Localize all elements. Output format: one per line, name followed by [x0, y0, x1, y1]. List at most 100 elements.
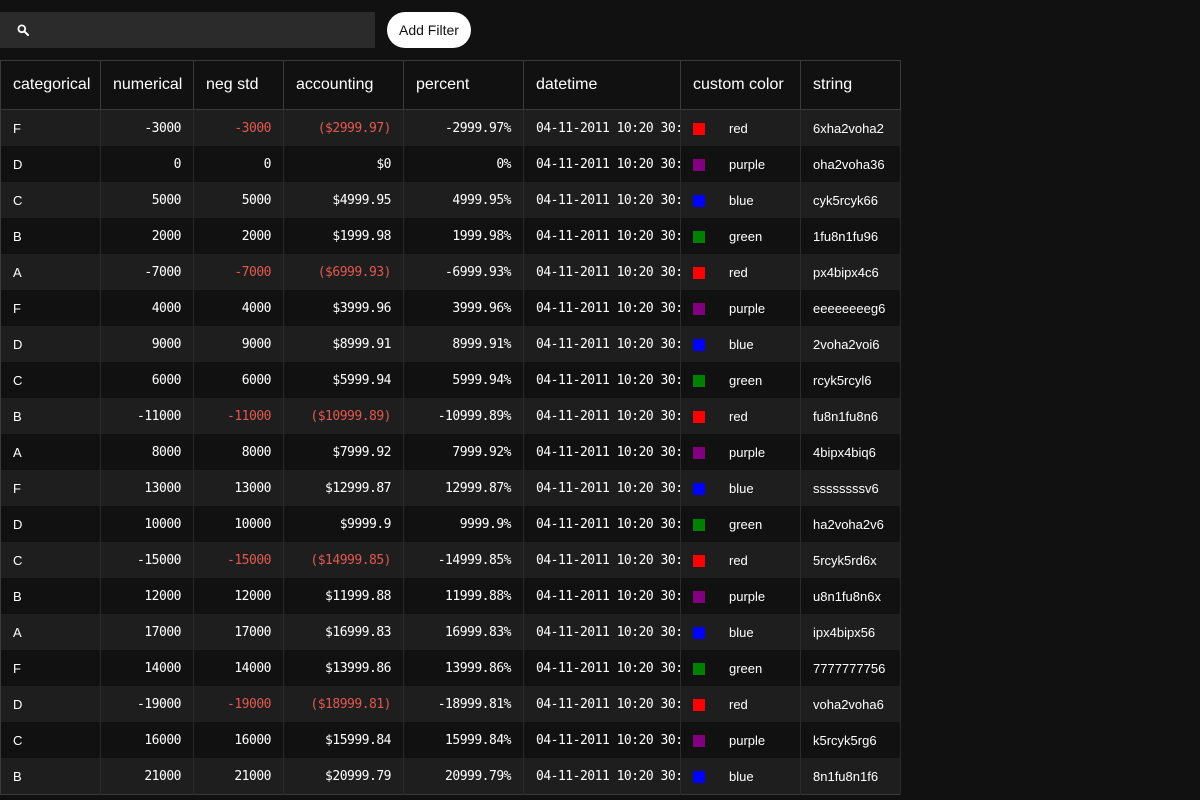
color-label: blue: [729, 337, 754, 353]
column-header-accounting[interactable]: accounting: [283, 60, 404, 110]
cell-categorical: C: [0, 542, 101, 578]
cell-neg-std: 12000: [193, 578, 284, 614]
cell-datetime: 04-11-2011 10:20 30:00: [523, 434, 681, 470]
column-header-datetime[interactable]: datetime: [523, 60, 681, 110]
cell-percent: 0%: [403, 146, 524, 182]
cell-categorical: F: [0, 290, 101, 326]
cell-neg-std: -11000: [193, 398, 284, 434]
cell-numerical: 2000: [100, 218, 194, 254]
cell-accounting: $11999.88: [283, 578, 404, 614]
cell-custom-color: green: [680, 506, 801, 542]
cell-numerical: -19000: [100, 686, 194, 722]
table-row[interactable]: D -19000 -19000 ($18999.81) -18999.81% 04-11-…: [0, 686, 901, 722]
table-row[interactable]: B 21000 21000 $20999.79 20999.79% 04-11-2011 …: [0, 758, 901, 795]
column-header-string[interactable]: string: [800, 60, 901, 110]
table-row[interactable]: C -15000 -15000 ($14999.85) -14999.85% 04-11-…: [0, 542, 901, 578]
cell-percent: 8999.91%: [403, 326, 524, 362]
cell-string: px4bipx4c6: [800, 254, 901, 290]
cell-neg-std: 5000: [193, 182, 284, 218]
cell-numerical: 9000: [100, 326, 194, 362]
column-header-percent[interactable]: percent: [403, 60, 524, 110]
table-row[interactable]: A 8000 8000 $7999.92 7999.92% 04-11-2011 10:2…: [0, 434, 901, 470]
toolbar: Add Filter: [0, 11, 471, 49]
cell-accounting: $16999.83: [283, 614, 404, 650]
cell-accounting: ($10999.89): [283, 398, 404, 434]
cell-string: u8n1fu8n6x: [800, 578, 901, 614]
cell-percent: -6999.93%: [403, 254, 524, 290]
cell-datetime: 04-11-2011 10:20 30:00: [523, 650, 681, 686]
table-row[interactable]: F 13000 13000 $12999.87 12999.87% 04-11-2011 …: [0, 470, 901, 506]
color-swatch-icon: [693, 482, 705, 495]
cell-neg-std: 6000: [193, 362, 284, 398]
cell-datetime: 04-11-2011 10:20 30:00: [523, 542, 681, 578]
cell-string: 2voha2voi6: [800, 326, 901, 362]
cell-neg-std: 10000: [193, 506, 284, 542]
table-header: categorical numerical neg std accounting per…: [0, 60, 901, 110]
cell-accounting: $3999.96: [283, 290, 404, 326]
cell-numerical: -11000: [100, 398, 194, 434]
cell-categorical: A: [0, 254, 101, 290]
add-filter-button[interactable]: Add Filter: [387, 12, 471, 48]
cell-accounting: ($2999.97): [283, 109, 404, 146]
cell-neg-std: 2000: [193, 218, 284, 254]
cell-numerical: 8000: [100, 434, 194, 470]
table-row[interactable]: B -11000 -11000 ($10999.89) -10999.89% 04-11-…: [0, 398, 901, 434]
color-label: purple: [729, 301, 766, 317]
color-swatch-icon: [693, 338, 705, 351]
cell-categorical: F: [0, 109, 101, 146]
cell-percent: 20999.79%: [403, 758, 524, 795]
cell-neg-std: 16000: [193, 722, 284, 758]
column-header-custom-color[interactable]: custom color: [680, 60, 801, 110]
cell-percent: 1999.98%: [403, 218, 524, 254]
color-swatch-icon: [693, 554, 705, 567]
table-row[interactable]: D00$00%04-11-2011 10:20 30:00purpleoha2v…: [0, 146, 901, 182]
cell-numerical: 6000: [100, 362, 194, 398]
cell-categorical: A: [0, 614, 101, 650]
cell-categorical: B: [0, 398, 101, 434]
cell-numerical: 5000: [100, 182, 194, 218]
color-label: blue: [729, 193, 754, 209]
table-row[interactable]: C 6000 6000 $5999.94 5999.94% 04-11-2011 10:2…: [0, 362, 901, 398]
column-header-neg-std[interactable]: neg std: [193, 60, 284, 110]
table-row[interactable]: F -3000 -3000 ($2999.97) -2999.97% 04-11-2011…: [0, 109, 901, 146]
color-label: blue: [729, 481, 754, 497]
cell-datetime: 04-11-2011 10:20 30:00: [523, 146, 681, 182]
table-row[interactable]: D 9000 9000 $8999.91 8999.91% 04-11-2011 10:2…: [0, 326, 901, 362]
cell-datetime: 04-11-2011 10:20 30:00: [523, 578, 681, 614]
table-row[interactable]: D 10000 10000 $9999.9 9999.9% 04-11-2011 10:2…: [0, 506, 901, 542]
cell-percent: 9999.9%: [403, 506, 524, 542]
color-label: purple: [729, 733, 766, 749]
cell-custom-color: green: [680, 218, 801, 254]
table-row[interactable]: B 12000 12000 $11999.88 11999.88% 04-11-2011 …: [0, 578, 901, 614]
search-input[interactable]: [37, 11, 375, 49]
table-row[interactable]: A 17000 17000 $16999.83 16999.83% 04-11-2011 …: [0, 614, 901, 650]
table-row[interactable]: F 14000 14000 $13999.86 13999.86% 04-11-2011 …: [0, 650, 901, 686]
cell-string: cyk5rcyk66: [800, 182, 901, 218]
color-swatch-icon: [693, 302, 705, 315]
table-row[interactable]: C 16000 16000 $15999.84 15999.84% 04-11-2011 …: [0, 722, 901, 758]
cell-datetime: 04-11-2011 10:20 30:00: [523, 614, 681, 650]
cell-numerical: 4000: [100, 290, 194, 326]
table-row[interactable]: A -7000 -7000 ($6999.93) -6999.93% 04-11-2011…: [0, 254, 901, 290]
cell-string: 1fu8n1fu96: [800, 218, 901, 254]
cell-string: rcyk5rcyl6: [800, 362, 901, 398]
search-box[interactable]: [0, 11, 375, 49]
table-row[interactable]: F 4000 4000 $3999.96 3999.96% 04-11-2011 10:2…: [0, 290, 901, 326]
cell-datetime: 04-11-2011 10:20 30:00: [523, 254, 681, 290]
cell-string: oha2voha36: [800, 146, 901, 182]
table-row[interactable]: B 2000 2000 $1999.98 1999.98% 04-11-2011 10:2…: [0, 218, 901, 254]
cell-string: k5rcyk5rg6: [800, 722, 901, 758]
cell-custom-color: red: [680, 398, 801, 434]
table-row[interactable]: C 5000 5000 $4999.95 4999.95% 04-11-2011 10:2…: [0, 182, 901, 218]
cell-custom-color: blue: [680, 470, 801, 506]
cell-numerical: 10000: [100, 506, 194, 542]
column-header-categorical[interactable]: categorical: [0, 60, 101, 110]
cell-neg-std: 4000: [193, 290, 284, 326]
cell-percent: 13999.86%: [403, 650, 524, 686]
column-header-numerical[interactable]: numerical: [100, 60, 194, 110]
cell-datetime: 04-11-2011 10:20 30:00: [523, 182, 681, 218]
cell-percent: 7999.92%: [403, 434, 524, 470]
cell-custom-color: green: [680, 362, 801, 398]
cell-string: voha2voha6: [800, 686, 901, 722]
cell-numerical: 21000: [100, 758, 194, 795]
